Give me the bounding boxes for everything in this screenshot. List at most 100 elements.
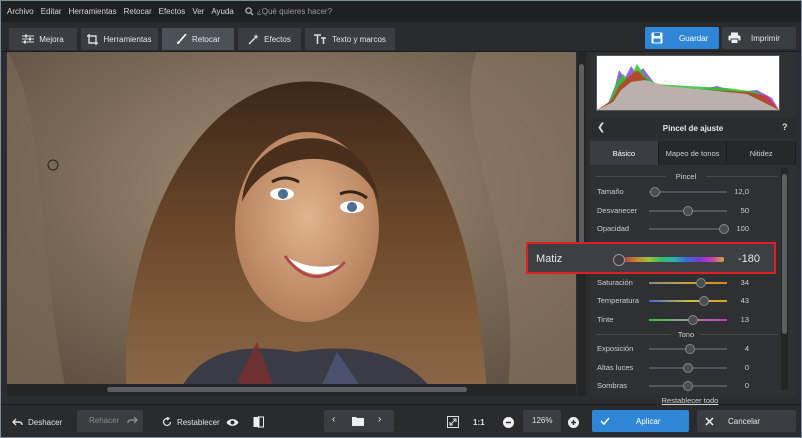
print-icon: [728, 32, 741, 44]
print-button[interactable]: Imprimir: [722, 27, 796, 49]
slider-track[interactable]: [649, 191, 727, 193]
slider-exposicion[interactable]: Exposición 4: [597, 343, 777, 355]
slider-matiz[interactable]: Matiz -180: [526, 242, 776, 274]
slider-knob[interactable]: [684, 344, 695, 354]
slider-sombras[interactable]: Sombras 0: [597, 380, 777, 392]
apply-label: Aplicar: [636, 416, 661, 426]
menu-herramientas[interactable]: Herramientas: [69, 7, 117, 16]
apply-button[interactable]: Aplicar: [592, 410, 689, 432]
slider-label: Exposición: [597, 344, 634, 353]
cancel-button[interactable]: Cancelar: [697, 410, 796, 432]
reset-button[interactable]: Restablecer: [162, 412, 220, 432]
slider-value: 34: [740, 278, 749, 287]
tab-retocar[interactable]: Retocar: [161, 27, 235, 51]
scroll-thumb[interactable]: [782, 174, 787, 334]
slider-value: 4: [744, 344, 749, 353]
slider-value: 0: [744, 381, 749, 390]
crop-icon: [87, 33, 99, 45]
search-box[interactable]: ¿Qué quieres hacer?: [245, 7, 332, 16]
photo-canvas[interactable]: [7, 52, 576, 396]
save-button[interactable]: Guardar: [645, 27, 719, 49]
histogram: [596, 55, 780, 111]
slider-label: Tamaño: [597, 187, 624, 196]
magic-wand-icon: [248, 33, 259, 45]
hue-gradient-track[interactable]: [612, 257, 724, 262]
section-tono: Tono: [671, 330, 701, 339]
canvas-horizontal-scrollbar[interactable]: [7, 384, 576, 396]
zoom-value: 126%: [532, 416, 553, 425]
slider-knob[interactable]: [696, 278, 707, 288]
slider-knob[interactable]: [687, 315, 698, 325]
slider-temperatura[interactable]: Temperatura 43: [597, 295, 777, 307]
scroll-thumb[interactable]: [579, 64, 584, 262]
tab-herramientas-label: Herramientas: [103, 34, 152, 44]
menu-ayuda[interactable]: Ayuda: [211, 7, 234, 16]
menu-archivo[interactable]: Archivo: [7, 7, 34, 16]
redo-icon: [127, 416, 138, 424]
tab-mejora[interactable]: Mejora: [8, 27, 78, 51]
tab-retocar-label: Retocar: [191, 34, 220, 44]
main-toolbar: Mejora Herramientas Retocar Efectos Text…: [0, 22, 802, 52]
zoom-field[interactable]: 126%: [523, 410, 561, 432]
panel-tabs: Básico Mapeo de tonos Nitidez: [590, 141, 797, 165]
next-chevron-icon[interactable]: ›: [378, 414, 381, 425]
slider-knob[interactable]: [683, 381, 693, 391]
reset-all-link[interactable]: Restablecer todo: [620, 396, 760, 405]
slider-saturacion[interactable]: Saturación 34: [597, 277, 777, 289]
zoom-out-button[interactable]: [503, 412, 519, 432]
slider-label: Opacidad: [597, 224, 630, 233]
zoom-in-button[interactable]: [568, 412, 584, 432]
slider-value: 0: [744, 363, 749, 372]
slider-track[interactable]: [649, 228, 727, 230]
brush-icon: [176, 33, 187, 44]
tab-herramientas[interactable]: Herramientas: [80, 27, 159, 51]
slider-tamano[interactable]: Tamaño 12,0: [597, 186, 777, 198]
text-icon: [314, 34, 327, 44]
undo-button[interactable]: Deshacer: [12, 412, 62, 432]
check-icon: [600, 417, 610, 425]
slider-track[interactable]: [649, 282, 727, 284]
scroll-thumb[interactable]: [107, 387, 467, 392]
matiz-label: Matiz: [536, 253, 563, 265]
slider-knob[interactable]: [683, 206, 693, 216]
matiz-knob[interactable]: [613, 254, 625, 266]
tab-nitidez[interactable]: Nitidez: [727, 141, 797, 165]
sliders-icon: [22, 34, 35, 44]
tab-texto-marcos[interactable]: Texto y marcos: [304, 27, 396, 51]
slider-tinte[interactable]: Tinte 13: [597, 314, 777, 326]
matiz-value: -180: [737, 253, 760, 265]
zoom-out-icon: [503, 416, 514, 428]
tab-texto-label: Texto y marcos: [332, 34, 386, 44]
help-icon[interactable]: ?: [782, 122, 788, 132]
menu-retocar[interactable]: Retocar: [124, 7, 152, 16]
fit-screen-icon: [447, 416, 459, 428]
back-chevron-icon[interactable]: ❮: [597, 122, 605, 133]
slider-knob[interactable]: [699, 296, 710, 306]
slider-altas-luces[interactable]: Altas luces 0: [597, 362, 777, 374]
menu-ver[interactable]: Ver: [192, 7, 204, 16]
slider-track[interactable]: [649, 300, 727, 302]
slider-value: 13: [740, 315, 749, 324]
actual-size-button[interactable]: 1:1: [473, 412, 485, 432]
slider-knob[interactable]: [683, 363, 693, 373]
slider-label: Tinte: [597, 315, 614, 324]
canvas-vertical-scrollbar[interactable]: [577, 52, 586, 396]
menu-efectos[interactable]: Efectos: [159, 7, 186, 16]
slider-opacidad[interactable]: Opacidad 100: [597, 223, 777, 235]
zoom-in-icon: [568, 416, 579, 428]
panel-scrollbar[interactable]: [781, 168, 788, 390]
tab-efectos[interactable]: Efectos: [237, 27, 302, 51]
slider-value: 50: [740, 206, 749, 215]
tab-basico[interactable]: Básico: [590, 141, 659, 165]
fit-screen-button[interactable]: [447, 412, 464, 432]
preview-eye-button[interactable]: [226, 412, 244, 432]
compare-button[interactable]: [253, 412, 269, 432]
folder-icon[interactable]: [352, 416, 364, 426]
slider-knob[interactable]: [650, 187, 661, 197]
menu-editar[interactable]: Editar: [41, 7, 62, 16]
tab-mapeo-tonos[interactable]: Mapeo de tonos: [658, 141, 728, 165]
redo-button[interactable]: Rehacer: [77, 410, 143, 432]
panel-title: Pincel de ajuste: [590, 118, 796, 138]
prev-chevron-icon[interactable]: ‹: [332, 414, 335, 425]
slider-desvanecer[interactable]: Desvanecer 50: [597, 205, 777, 217]
